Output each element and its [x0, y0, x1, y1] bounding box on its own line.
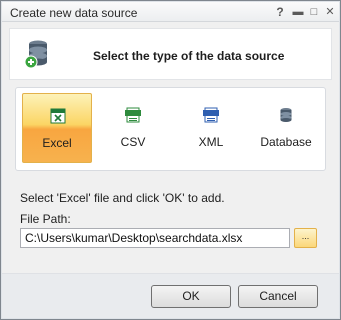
- type-label: XML: [198, 135, 224, 149]
- database-icon: [280, 108, 292, 122]
- dialog-window: Create new data source ? ▬ □ ✕ Select th…: [0, 0, 341, 320]
- browse-button[interactable]: ...: [294, 228, 317, 248]
- instruction-text: Select 'Excel' file and click 'OK' to ad…: [20, 191, 225, 205]
- minimize-button[interactable]: ▬: [290, 5, 306, 19]
- type-label: CSV: [120, 135, 146, 149]
- excel-icon: [50, 108, 66, 124]
- type-database[interactable]: Database: [251, 93, 321, 163]
- maximize-button[interactable]: □: [306, 5, 322, 19]
- type-excel[interactable]: Excel: [22, 93, 92, 163]
- window-title: Create new data source: [10, 6, 138, 20]
- help-button[interactable]: ?: [272, 5, 288, 19]
- type-xml[interactable]: XML: [176, 93, 246, 163]
- type-csv[interactable]: CSV: [98, 93, 168, 163]
- cancel-button[interactable]: Cancel: [238, 285, 318, 308]
- file-path-label: File Path:: [20, 212, 71, 226]
- title-bar[interactable]: Create new data source ? ▬ □ ✕: [2, 2, 339, 22]
- file-path-input[interactable]: [20, 228, 290, 248]
- type-label: Excel: [42, 136, 72, 150]
- xml-icon: [203, 107, 219, 123]
- csv-icon: [125, 107, 141, 123]
- header-title: Select the type of the data source: [93, 49, 285, 63]
- header-panel: Select the type of the data source: [9, 28, 332, 80]
- close-button[interactable]: ✕: [322, 5, 338, 19]
- type-label: Database: [260, 135, 312, 149]
- ok-button[interactable]: OK: [151, 285, 231, 308]
- data-source-type-panel: Excel CSV XML Database: [15, 87, 326, 171]
- database-add-icon: [24, 40, 47, 69]
